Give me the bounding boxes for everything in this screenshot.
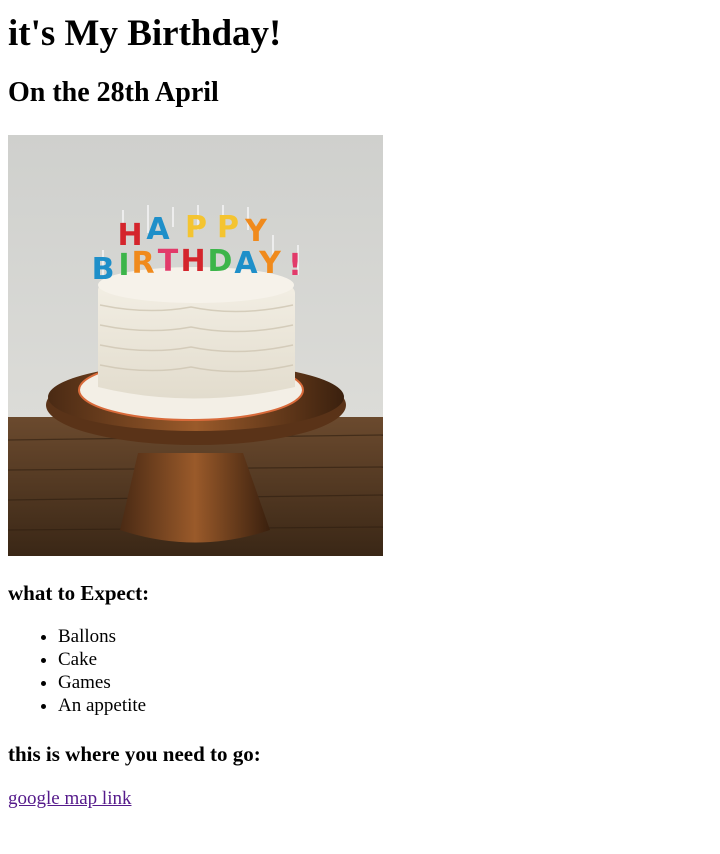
- list-item: An appetite: [58, 694, 712, 717]
- svg-text:Y: Y: [258, 246, 282, 281]
- list-item: Ballons: [58, 625, 712, 648]
- svg-text:A: A: [234, 246, 258, 281]
- svg-text:D: D: [208, 244, 233, 279]
- google-map-link[interactable]: google map link: [8, 787, 131, 810]
- svg-text:T: T: [158, 244, 179, 279]
- date-subheading: On the 28th April: [8, 77, 219, 108]
- svg-text:Y: Y: [244, 214, 268, 249]
- svg-text:P: P: [217, 210, 239, 245]
- svg-text:A: A: [146, 212, 170, 247]
- birthday-cake-image: H A P P Y B I R T H D A Y !: [8, 135, 383, 556]
- birthday-cake-icon: H A P P Y B I R T H D A Y !: [8, 135, 383, 556]
- svg-text:B: B: [92, 252, 115, 287]
- page: it's My Birthday! On the 28th April H A …: [0, 12, 720, 810]
- svg-text:P: P: [185, 210, 207, 245]
- svg-text:H: H: [180, 244, 205, 279]
- expect-heading: what to Expect:: [8, 581, 150, 605]
- page-title: it's My Birthday!: [8, 13, 282, 54]
- svg-text:!: !: [288, 248, 302, 283]
- svg-text:I: I: [118, 248, 129, 283]
- directions-heading: this is where you need to go:: [8, 742, 261, 766]
- expect-list: Ballons Cake Games An appetite: [8, 625, 712, 717]
- list-item: Games: [58, 671, 712, 694]
- list-item: Cake: [58, 648, 712, 671]
- svg-text:R: R: [131, 246, 154, 281]
